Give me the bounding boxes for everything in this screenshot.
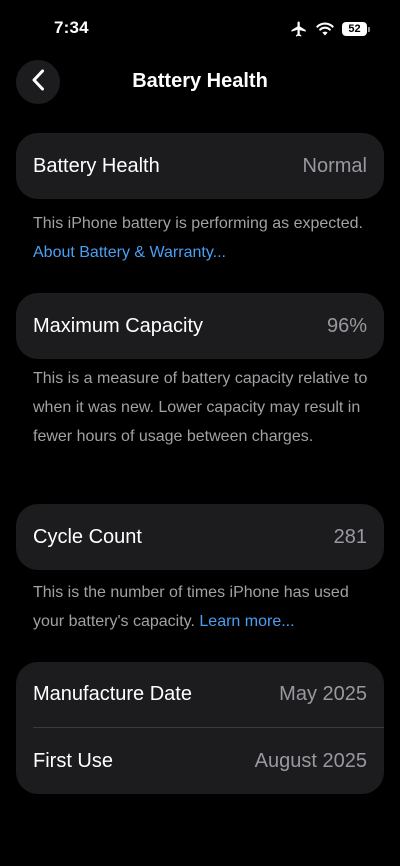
battery-health-card: Battery Health Normal [16,133,384,199]
page-title: Battery Health [132,70,268,92]
cycle-count-card: Cycle Count 281 [16,504,384,570]
manufacture-date-value: May 2025 [279,683,367,705]
maximum-capacity-label: Maximum Capacity [33,314,204,337]
manufacture-date-label: Manufacture Date [33,683,192,705]
maximum-capacity-row: Maximum Capacity 96% [16,293,384,359]
dates-card: Manufacture Date May 2025 First Use Augu… [16,662,384,794]
maximum-capacity-value: 96% [326,314,367,337]
battery-health-value: Normal [302,154,367,177]
manufacture-date-row: Manufacture Date May 2025 [16,662,384,727]
battery-icon: 52 [342,22,370,36]
battery-health-description: This iPhone battery is performing as exp… [33,209,378,267]
cycle-count-label: Cycle Count [33,525,142,548]
airplane-icon [290,20,308,38]
wifi-icon [316,22,334,36]
cycle-count-description-text: This is the number of times iPhone has u… [33,584,349,630]
battery-health-row: Battery Health Normal [16,133,384,199]
first-use-label: First Use [33,749,113,772]
cycle-count-description: This is the number of times iPhone has u… [33,578,378,636]
first-use-value: August 2025 [254,749,367,772]
cycle-count-row: Cycle Count 281 [16,504,384,570]
status-bar: 7:34 52 [0,0,400,56]
maximum-capacity-description: This is a measure of battery capacity re… [33,370,368,445]
about-battery-warranty-link[interactable]: About Battery & Warranty... [33,244,226,261]
first-use-row: First Use August 2025 [16,728,384,794]
learn-more-link[interactable]: Learn more... [199,613,294,630]
cycle-count-value: 281 [333,525,367,548]
battery-cap [368,26,370,32]
status-icons: 52 [290,18,370,40]
nav-bar: Battery Health [0,56,400,110]
status-time: 7:34 [54,18,89,37]
battery-health-description-text: This iPhone battery is performing as exp… [33,215,363,232]
maximum-capacity-card: Maximum Capacity 96% [16,293,384,359]
battery-health-label: Battery Health [33,154,160,177]
battery-percent: 52 [342,22,367,36]
